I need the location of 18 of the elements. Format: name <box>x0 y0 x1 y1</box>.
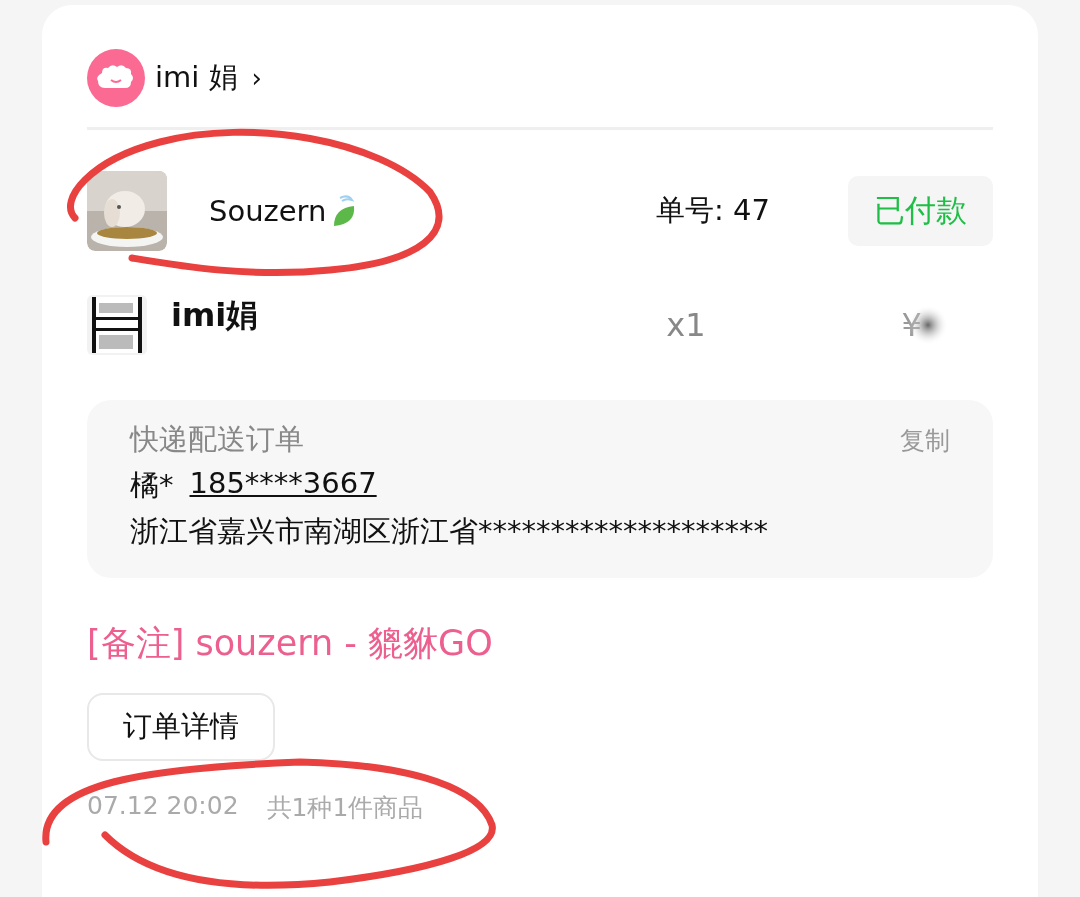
order-details-button[interactable]: 订单详情 <box>87 693 275 761</box>
chevron-icon[interactable]: › <box>251 63 262 93</box>
buyer-name: Souzern <box>209 194 327 228</box>
status-badge: 已付款 <box>848 176 993 246</box>
leaf-icon <box>332 194 357 228</box>
delivery-title: 快递配送订单 <box>130 421 304 458</box>
shop-name[interactable]: imi 娟 <box>155 58 238 98</box>
item-quantity: x1 <box>666 306 706 344</box>
order-time: 07.12 20:02 <box>87 791 239 822</box>
item-title: imi娟 <box>171 295 259 336</box>
address-text: 浙江省嘉兴市南湖区浙江省******************** <box>130 513 769 550</box>
order-note: [备注] souzern - 貔貅GO <box>87 622 494 665</box>
item-price: ¥ <box>901 306 922 344</box>
item-summary: 共1种1件商品 <box>266 792 424 824</box>
avatar-icon <box>87 49 145 107</box>
phone-link[interactable]: 185****3667 <box>189 466 377 506</box>
order-number: 单号: 47 <box>656 192 770 229</box>
recipient-name: 橘* <box>130 467 174 504</box>
